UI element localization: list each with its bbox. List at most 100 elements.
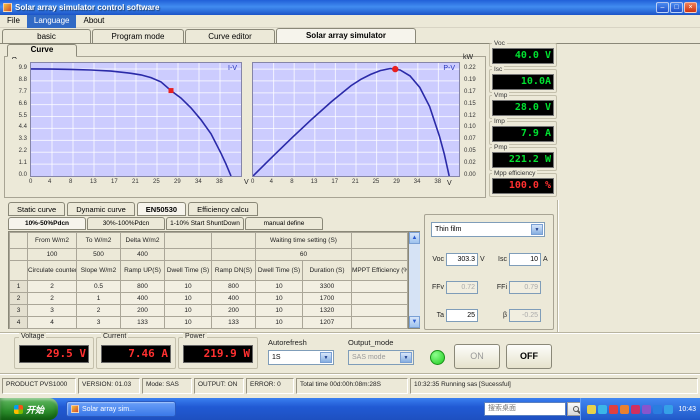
tray-icon-3[interactable] — [609, 404, 619, 414]
taskbar-clock: 10:43 — [678, 405, 696, 413]
table-cell[interactable]: 2 — [27, 292, 77, 305]
table-cell[interactable]: 200 — [120, 304, 165, 317]
menu-language[interactable]: Language — [26, 14, 77, 28]
table-cell[interactable]: 10 — [255, 316, 303, 329]
table-cell[interactable]: 1320 — [301, 304, 353, 317]
table-cell[interactable]: 3300 — [301, 280, 353, 293]
autorefresh-select[interactable]: 1S ▼ — [268, 350, 334, 365]
close-button[interactable]: × — [684, 2, 697, 13]
tab-10-50-pdcn[interactable]: 10%-50%Pdcn — [8, 217, 86, 230]
table-cell[interactable]: 133 — [120, 316, 165, 329]
taskbar-task-button[interactable]: Solar array sim... — [66, 401, 176, 417]
tab-static-curve[interactable]: Static curve — [8, 202, 66, 216]
table-cell[interactable]: 10 — [164, 304, 212, 317]
table-scrollbar[interactable]: ▲ ▼ — [408, 232, 421, 328]
field-unit: A — [543, 255, 548, 263]
table-cell[interactable] — [351, 280, 409, 293]
minimize-button[interactable]: – — [656, 2, 669, 13]
x-tick: 34 — [195, 179, 202, 185]
tray-icon-8[interactable] — [664, 404, 674, 414]
tab-manual-define[interactable]: manual define — [245, 217, 323, 230]
table-header-cell — [9, 232, 28, 249]
measurement-value: 40.0 V — [492, 48, 554, 64]
table-cell[interactable]: 200 — [211, 304, 256, 317]
table-cell[interactable]: 1207 — [301, 316, 353, 329]
table-cell[interactable]: 1700 — [301, 292, 353, 305]
table-cell[interactable]: 10 — [164, 292, 212, 305]
y-tick: 1.1 — [18, 160, 27, 167]
off-button[interactable]: OFF — [506, 344, 552, 369]
table-cell[interactable]: 4 — [27, 316, 77, 329]
chevron-down-icon[interactable]: ▼ — [400, 352, 412, 363]
table-row: 2 2 1 400 10 400 10 1700 — [9, 292, 409, 305]
table-cell[interactable]: 400 — [211, 292, 256, 305]
table-header-cell — [351, 248, 409, 261]
tab-1-10-start-shuntdown[interactable]: 1-10% Start ShuntDown — [166, 217, 244, 230]
tab-en50530[interactable]: EN50530 — [136, 202, 187, 216]
field-label: Voc — [432, 255, 444, 263]
start-button[interactable]: 开始 — [0, 398, 58, 420]
tray-icon-5[interactable] — [631, 404, 641, 414]
table-header-cell — [9, 248, 28, 261]
chevron-down-icon[interactable]: ▼ — [531, 224, 543, 235]
table-header-cell: 400 — [120, 248, 165, 261]
table-cell[interactable]: 800 — [211, 280, 256, 293]
on-button[interactable]: ON — [454, 344, 500, 369]
y-tick: 9.9 — [18, 64, 27, 71]
module-type-select[interactable]: Thin film ▼ — [431, 222, 545, 237]
menu-about[interactable]: About — [76, 15, 111, 28]
table-cell[interactable]: 800 — [120, 280, 165, 293]
menu-file[interactable]: File — [0, 15, 27, 28]
x-tick: 21 — [352, 179, 359, 185]
table-cell[interactable]: 133 — [211, 316, 256, 329]
chevron-down-icon[interactable]: ▼ — [320, 352, 332, 363]
scroll-down-icon[interactable]: ▼ — [409, 316, 421, 328]
tab-30-100-pdcn[interactable]: 30%-100%Pdcn — [87, 217, 165, 230]
tab-solar-array-simulator[interactable]: Solar array simulator — [276, 28, 416, 44]
tab-curve[interactable]: Curve — [7, 44, 77, 57]
taskbar: 开始 Solar array sim... 搜索桌面 10:43 — [0, 398, 700, 420]
menubar: File Language About — [0, 14, 700, 28]
table-cell[interactable] — [351, 304, 409, 317]
table-cell[interactable]: 10 — [255, 304, 303, 317]
field-input: 0.79 — [509, 280, 541, 294]
field-input: 0.72 — [446, 280, 478, 294]
tray-icon-7[interactable] — [653, 404, 663, 414]
table-cell[interactable]: 3 — [27, 304, 77, 317]
app-icon — [71, 405, 79, 413]
table-cell[interactable]: 10 — [255, 280, 303, 293]
table-cell[interactable] — [351, 292, 409, 305]
table-cell[interactable]: 2 — [76, 304, 121, 317]
table-cell[interactable]: 10 — [164, 280, 212, 293]
field-input[interactable]: 25 — [446, 308, 478, 322]
tab-curve-editor[interactable]: Curve editor — [185, 29, 275, 44]
table-cell[interactable]: 10 — [255, 292, 303, 305]
table-cell[interactable] — [351, 316, 409, 329]
tab-program-mode[interactable]: Program mode — [92, 29, 184, 44]
field-input[interactable]: 10 — [509, 252, 541, 266]
table-cell[interactable]: 2 — [27, 280, 77, 293]
measurement-isc: Isc 10.0A — [489, 66, 557, 93]
status-segment-5: ERROR: 0 — [246, 378, 294, 394]
en50530-table: From W/m2 To W/m2 Delta W/m2 Waiting time s… — [8, 231, 421, 329]
tray-icon-1[interactable] — [587, 404, 597, 414]
search-input[interactable]: 搜索桌面 — [484, 402, 566, 416]
tray-icon-2[interactable] — [598, 404, 608, 414]
maximize-button[interactable]: □ — [670, 2, 683, 13]
table-cell[interactable]: 3 — [76, 316, 121, 329]
table-cell[interactable]: 0.5 — [76, 280, 121, 293]
table-cell[interactable]: 400 — [120, 292, 165, 305]
table-cell[interactable]: 1 — [76, 292, 121, 305]
tray-icon-4[interactable] — [620, 404, 630, 414]
measurement-label: Isc — [492, 66, 505, 73]
tab-basic[interactable]: basic — [2, 29, 91, 44]
y-tick: 0.12 — [464, 112, 476, 119]
tab-efficiency-calcu[interactable]: Efficiency calcu — [188, 202, 258, 216]
tray-icon-6[interactable] — [642, 404, 652, 414]
module-type-value: Thin film — [435, 226, 462, 233]
tab-dynamic-curve[interactable]: Dynamic curve — [67, 202, 135, 216]
table-cell[interactable]: 10 — [164, 316, 212, 329]
scroll-up-icon[interactable]: ▲ — [409, 232, 421, 244]
field-input[interactable]: 303.3 — [446, 252, 478, 266]
output-mode-select[interactable]: SAS mode ▼ — [348, 350, 414, 365]
